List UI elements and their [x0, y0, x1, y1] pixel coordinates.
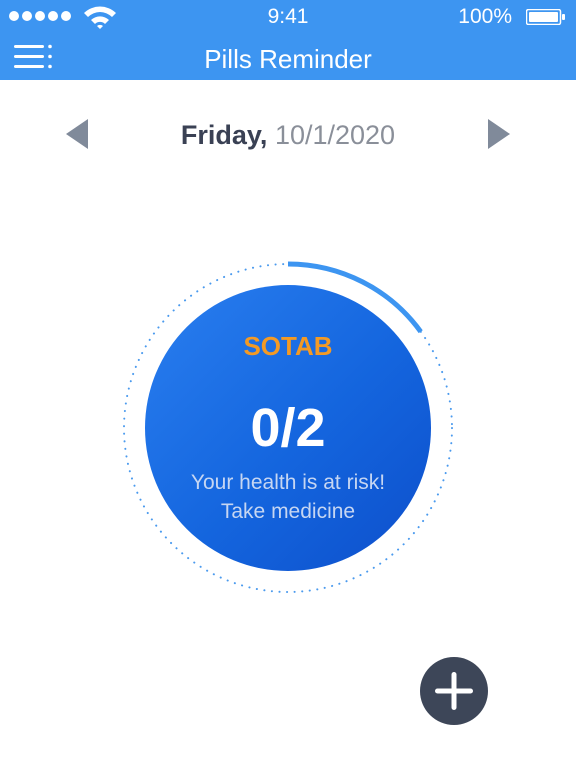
battery-icon — [526, 9, 565, 25]
dose-count: 0/2 — [250, 398, 326, 458]
plus-icon — [435, 672, 473, 710]
nav-bar: Pills Reminder — [0, 34, 576, 80]
status-bar: 9:41 100% — [0, 0, 576, 34]
page-title: Pills Reminder — [204, 44, 372, 74]
pill-name: SOTAB — [243, 331, 333, 361]
date-navigator: Friday, 10/1/2020 — [0, 110, 576, 160]
date-value: 10/1/2020 — [274, 120, 396, 150]
day-name: Friday, — [180, 120, 268, 150]
warning-message: Your health is at risk! — [190, 471, 386, 494]
warning-instruction: Take medicine — [220, 500, 356, 523]
triangle-right-icon — [488, 119, 510, 149]
battery-percentage: 100% — [458, 5, 512, 28]
next-day-button[interactable] — [482, 116, 514, 152]
add-pill-button[interactable] — [420, 657, 488, 725]
pill-status-circle[interactable]: SOTAB 0/2 Your health is at risk! Take m… — [145, 285, 431, 571]
